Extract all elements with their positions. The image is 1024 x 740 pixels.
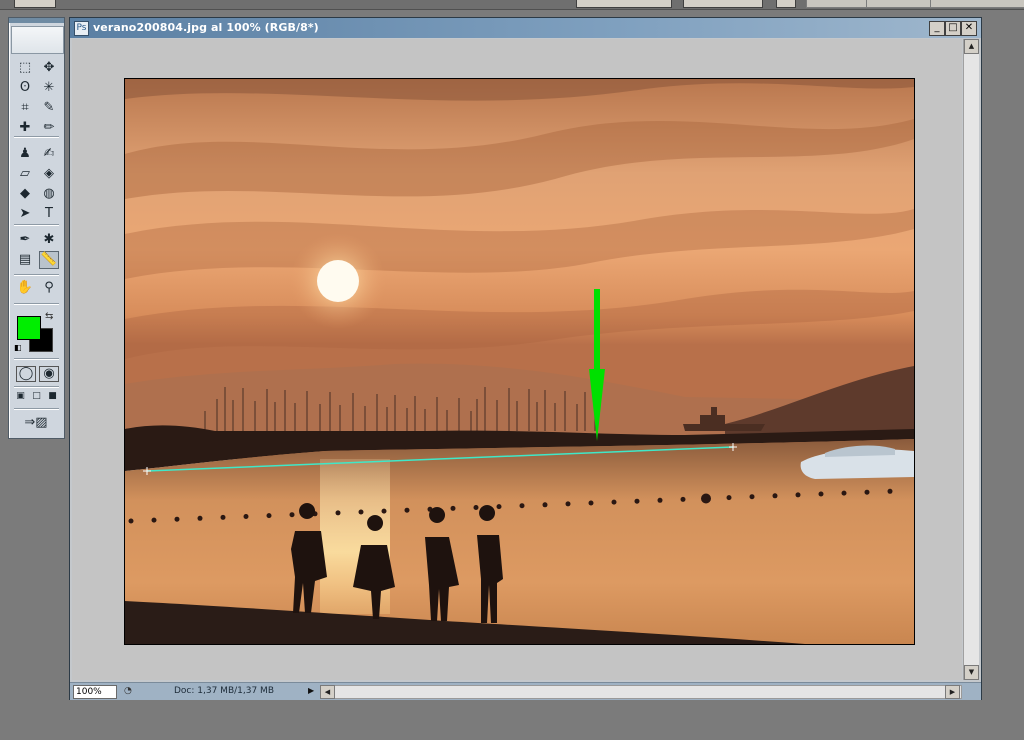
tool-palette: ⬚ ✥ ʘ ✳ ⌗ ✎ ✚ ✏ ♟ ✍ ▱ ◈ ◆ ◍ ➤ T ✒ ✱ ▤ 📏 ✋ ⚲ ⇆ ◧ ◯ ◉ ▣ □ ■ ⇒▨ [8,17,65,439]
buoy [772,493,778,499]
crop-tool-icon[interactable]: ⌗ [15,99,35,117]
buoy [680,496,686,502]
paint-bucket-tool-icon[interactable]: ◈ [39,165,59,183]
buoy [197,515,203,521]
buoy [542,502,548,508]
buoy [519,503,525,509]
pen-tool-icon[interactable]: ✒ [15,231,35,249]
adobe-feather-icon[interactable] [11,26,64,54]
healing-brush-tool-icon[interactable]: ✚ [15,119,35,137]
move-tool-icon[interactable]: ✥ [39,59,59,77]
buoy [611,499,617,505]
buoy [634,498,640,504]
options-bar [0,0,1024,10]
status-menu-arrow-icon[interactable]: ▶ [308,685,318,697]
type-tool-icon[interactable]: T [39,205,59,223]
palette-well-tab[interactable] [866,0,934,8]
buoy [473,505,479,510]
buoy [220,514,226,520]
stamp-tool-icon[interactable]: ♟ [15,145,35,163]
buoy [726,495,732,501]
history-brush-tool-icon[interactable]: ✍ [39,145,59,163]
options-bar-button[interactable] [14,0,56,8]
standard-mode-icon[interactable]: ◯ [16,366,36,382]
buoy [749,494,755,500]
photoshop-document-icon: Ps [74,21,89,36]
screen-mode-full-menu-icon[interactable]: □ [30,390,43,403]
buoy [335,510,341,516]
buoy [496,504,502,510]
screen-mode-standard-icon[interactable]: ▣ [14,390,27,403]
buoy [818,491,824,497]
jump-to-imageready-icon[interactable]: ⇒▨ [16,414,56,432]
palette-well-tab[interactable] [930,0,1024,8]
measure-tool-icon[interactable]: 📏 [39,251,59,269]
buoy [887,488,893,494]
maximize-button[interactable]: □ [945,21,961,36]
scroll-up-button[interactable]: ▲ [964,39,979,54]
buoy [588,500,594,506]
path-selection-tool-icon[interactable]: ➤ [15,205,35,223]
document-title: verano200804.jpg al 100% (RGB/8*) [93,21,319,34]
options-bar-button[interactable] [683,0,763,8]
buoy [404,507,410,513]
buoy [565,501,571,507]
eraser-tool-icon[interactable]: ▱ [15,165,35,183]
minimize-button[interactable]: _ [929,21,945,36]
sun [317,260,359,302]
screen-mode-full-icon[interactable]: ■ [46,390,59,403]
swap-colors-icon[interactable]: ⇆ [45,311,53,322]
foreground-color-swatch[interactable] [17,316,41,340]
scroll-right-button[interactable]: ▶ [945,685,960,699]
document-titlebar[interactable]: Ps verano200804.jpg al 100% (RGB/8*) _ □… [70,18,981,38]
dodge-tool-icon[interactable]: ◍ [39,185,59,203]
options-bar-button[interactable] [576,0,672,8]
palette-well-tab[interactable] [806,0,870,8]
custom-shape-tool-icon[interactable]: ✱ [39,231,59,249]
status-options-icon[interactable]: ◔ [124,686,135,697]
tool-palette-titlebar[interactable] [9,18,64,23]
buoy [657,497,663,503]
scroll-left-button[interactable]: ◀ [320,685,335,699]
buoy [358,509,364,515]
buoy [841,490,847,496]
blur-tool-icon[interactable]: ◆ [15,185,35,203]
buoy [128,518,134,524]
quick-mask-mode-icon[interactable]: ◉ [39,366,59,382]
notes-tool-icon[interactable]: ▤ [15,251,35,269]
buoy [243,514,249,519]
buoy [381,508,387,514]
buoy [864,489,870,495]
brush-tool-icon[interactable]: ✏ [39,119,59,137]
horizontal-scrollbar[interactable]: ◀ ▶ [320,685,962,699]
vertical-scrollbar[interactable]: ▲ ▼ [963,39,979,680]
close-button[interactable]: ✕ [961,21,977,36]
buoy [266,513,272,519]
slice-tool-icon[interactable]: ✎ [39,99,59,117]
lasso-tool-icon[interactable]: ʘ [15,79,35,97]
buoy [701,493,711,504]
document-size-info: Doc: 1,37 MB/1,37 MB [174,686,274,696]
buoy [151,517,157,523]
marquee-tool-icon[interactable]: ⬚ [15,59,35,77]
options-bar-button[interactable] [776,0,796,8]
default-colors-icon[interactable]: ◧ [14,344,22,352]
status-bar: 100% ◔ Doc: 1,37 MB/1,37 MB ▶ ◀ ▶ [70,682,981,700]
buoy [289,512,295,518]
buoy [795,492,801,498]
buoy [174,516,180,522]
zoom-level-field[interactable]: 100% [73,685,117,699]
zoom-tool-icon[interactable]: ⚲ [39,279,59,297]
magic-wand-tool-icon[interactable]: ✳ [39,79,59,97]
scroll-down-button[interactable]: ▼ [964,665,979,680]
hand-tool-icon[interactable]: ✋ [15,279,35,297]
buoy [450,505,456,511]
sunset-beach-photo[interactable] [124,78,915,645]
